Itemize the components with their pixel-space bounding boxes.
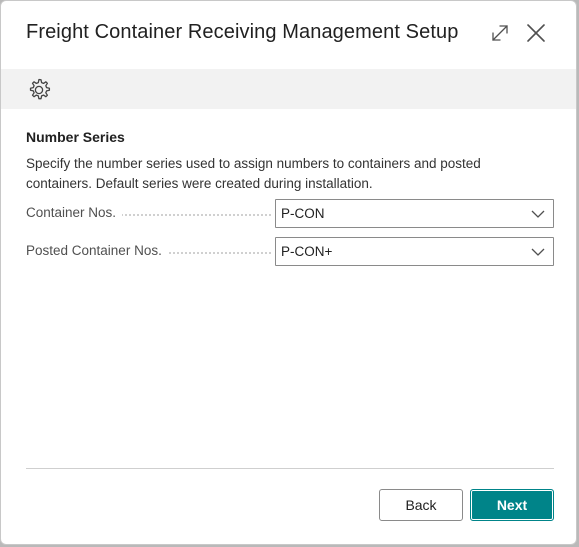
chevron-down-icon <box>531 210 545 218</box>
dialog-title: Freight Container Receiving Management S… <box>26 21 459 43</box>
posted-container-nos-select[interactable]: P-CON+ <box>275 237 554 266</box>
container-nos-select[interactable]: P-CON <box>275 199 554 228</box>
title-bar: Freight Container Receiving Management S… <box>1 1 576 69</box>
section-title: Number Series <box>26 129 125 145</box>
footer-divider <box>26 468 554 469</box>
select-value: P-CON <box>281 206 325 221</box>
setup-dialog: Freight Container Receiving Management S… <box>0 0 577 545</box>
number-series-section: Number Series Specify the number series … <box>26 129 554 266</box>
gear-icon[interactable] <box>25 77 53 103</box>
close-icon[interactable] <box>524 21 548 45</box>
field-container-nos: Container Nos. P-CON <box>26 199 554 229</box>
expand-icon[interactable] <box>488 21 512 45</box>
back-button[interactable]: Back <box>379 489 463 521</box>
next-button[interactable]: Next <box>470 489 554 521</box>
field-label: Container Nos. <box>26 205 123 220</box>
section-description: Specify the number series used to assign… <box>26 156 481 191</box>
select-value: P-CON+ <box>281 244 333 259</box>
action-bar <box>1 69 576 109</box>
field-label: Posted Container Nos. <box>26 243 168 258</box>
chevron-down-icon <box>531 248 545 256</box>
field-posted-container-nos: Posted Container Nos. P-CON+ <box>26 237 554 267</box>
